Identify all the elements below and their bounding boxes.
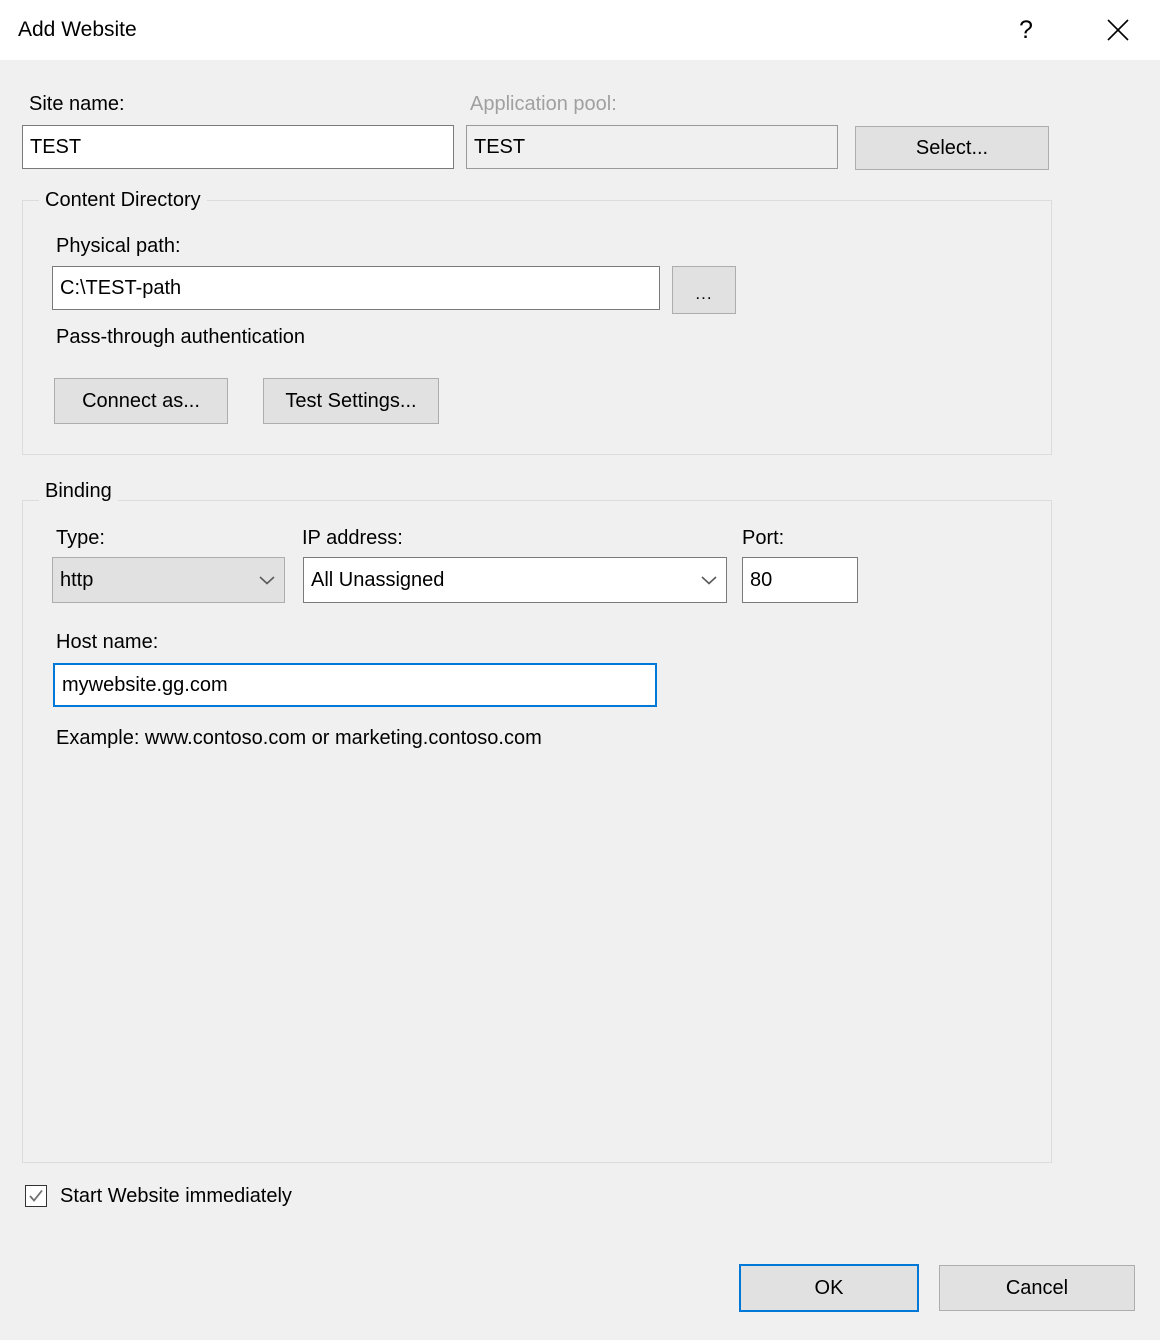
- browse-path-button[interactable]: ...: [672, 266, 736, 314]
- title-bar: Add Website ?: [0, 0, 1160, 60]
- host-name-example-text: Example: www.contoso.com or marketing.co…: [56, 726, 542, 750]
- site-name-input[interactable]: TEST: [22, 125, 454, 169]
- ok-button[interactable]: OK: [739, 1264, 919, 1312]
- binding-type-select[interactable]: http: [52, 557, 285, 603]
- binding-type-label: Type:: [56, 526, 105, 550]
- port-label: Port:: [742, 526, 784, 550]
- start-website-immediately-label: Start Website immediately: [60, 1184, 292, 1208]
- host-name-input[interactable]: mywebsite.gg.com: [53, 663, 657, 707]
- physical-path-input[interactable]: C:\TEST-path: [52, 266, 660, 310]
- application-pool-input: TEST: [466, 125, 838, 169]
- chevron-down-icon: [250, 574, 284, 586]
- question-mark-icon: ?: [1019, 18, 1033, 43]
- cancel-button[interactable]: Cancel: [939, 1265, 1135, 1311]
- ip-address-select[interactable]: All Unassigned: [303, 557, 727, 603]
- start-website-immediately-checkbox[interactable]: Start Website immediately: [25, 1184, 292, 1208]
- physical-path-label: Physical path:: [56, 234, 181, 258]
- help-button[interactable]: ?: [996, 0, 1056, 60]
- pass-through-authentication-text: Pass-through authentication: [56, 325, 305, 349]
- binding-group-title: Binding: [39, 479, 118, 503]
- checkbox-box: [25, 1185, 47, 1207]
- select-app-pool-button[interactable]: Select...: [855, 126, 1049, 170]
- site-name-label: Site name:: [29, 92, 125, 116]
- port-input[interactable]: 80: [742, 557, 858, 603]
- window-title: Add Website: [18, 17, 137, 43]
- content-directory-group-title: Content Directory: [39, 188, 207, 212]
- application-pool-label: Application pool:: [470, 92, 617, 116]
- test-settings-button[interactable]: Test Settings...: [263, 378, 439, 424]
- binding-type-value: http: [53, 569, 250, 592]
- close-button[interactable]: [1088, 0, 1148, 60]
- connect-as-button[interactable]: Connect as...: [54, 378, 228, 424]
- close-icon: [1105, 17, 1131, 43]
- host-name-label: Host name:: [56, 630, 158, 654]
- ip-address-value: All Unassigned: [304, 569, 692, 592]
- chevron-down-icon: [692, 574, 726, 586]
- ip-address-label: IP address:: [302, 526, 403, 550]
